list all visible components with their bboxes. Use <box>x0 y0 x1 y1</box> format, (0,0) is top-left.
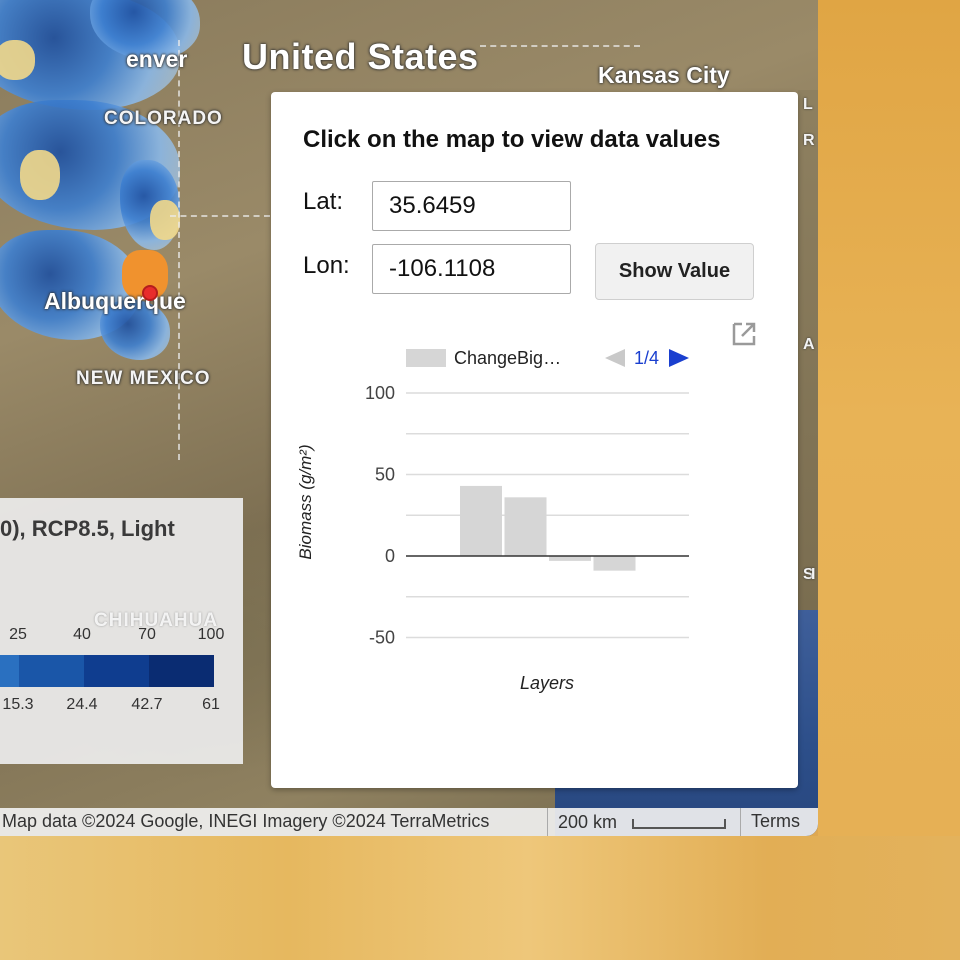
chart-bar <box>593 556 636 571</box>
legend-swatch <box>406 349 446 367</box>
show-value-button[interactable]: Show Value <box>595 243 754 300</box>
legend-tick: 15.3 <box>2 696 34 713</box>
legend-title: 0), RCP8.5, Light <box>0 516 175 541</box>
legend-color-ramp <box>0 655 214 687</box>
desktop-background <box>818 0 960 836</box>
terms-link[interactable]: Terms <box>751 811 800 832</box>
legend-bottom-ticks: 15.3 24.4 42.7 61 <box>0 696 243 716</box>
prev-page-icon[interactable] <box>605 349 625 367</box>
divider <box>740 808 741 836</box>
map-label-fragment: R <box>803 132 815 149</box>
lat-label: Lat: <box>303 188 344 215</box>
chart-bars <box>406 485 689 571</box>
legend-tick: 70 <box>138 626 156 643</box>
lon-label: Lon: <box>303 252 350 279</box>
state-label-colorado: COLORADO <box>104 108 223 129</box>
raster-overlay <box>150 200 180 240</box>
divider <box>547 808 548 836</box>
chart-y-ticks: -50 0 50 100 <box>365 383 395 648</box>
attribution-text: Map data ©2024 Google, INEGI Imagery ©20… <box>2 811 490 831</box>
map-attribution-bar: Map data ©2024 Google, INEGI Imagery ©20… <box>0 808 818 836</box>
bar-chart: -50050100 ChangeBig… 1/4 Biomass (g/m²) … <box>296 348 689 693</box>
desktop-background-bottom <box>0 836 960 960</box>
state-border <box>480 45 640 47</box>
y-axis-label: Biomass (g/m²) <box>296 444 315 559</box>
panel-heading: Click on the map to view data values <box>303 126 721 153</box>
city-label-kansas-city: Kansas City <box>598 62 730 88</box>
chart-bar <box>504 497 547 556</box>
x-axis-label: Layers <box>520 673 574 693</box>
chart-grid <box>406 392 689 639</box>
scale-bar <box>632 819 726 829</box>
y-tick-label: 50 <box>375 465 395 485</box>
legend-top-ticks: 25 40 70 100 <box>0 626 243 646</box>
scale-label: 200 km <box>558 812 618 832</box>
inspector-panel: Click on the map to view data values Lat… <box>271 92 798 788</box>
raster-overlay <box>20 150 60 200</box>
location-pin-icon[interactable] <box>142 285 158 301</box>
state-border <box>170 215 270 217</box>
map-label-fragment: A <box>803 336 815 353</box>
map-label-fragment: L <box>803 96 813 113</box>
y-tick-label: 0 <box>385 546 395 566</box>
map-label-fragment: I <box>811 566 816 583</box>
legend-tick: 100 <box>197 626 225 643</box>
legend-entry: ChangeBig… <box>454 348 561 368</box>
legend-tick: 40 <box>73 626 91 643</box>
y-tick-label: 100 <box>365 383 395 403</box>
country-label: United States <box>242 36 479 77</box>
legend-tick: 42.7 <box>131 696 163 713</box>
city-label-denver: enver <box>126 46 188 72</box>
raster-overlay <box>0 40 35 80</box>
legend-swatch <box>0 655 19 687</box>
lat-input[interactable] <box>372 181 571 231</box>
y-tick-label: -50 <box>369 628 395 648</box>
city-label-albuquerque: Albuquerque <box>44 288 186 314</box>
legend-tick: 24.4 <box>66 696 98 713</box>
legend-tick: 25 <box>9 626 27 643</box>
next-page-icon[interactable] <box>669 349 689 367</box>
legend-swatch <box>149 655 214 687</box>
chart-bar <box>460 485 502 556</box>
legend-swatch <box>19 655 84 687</box>
legend-tick: 61 <box>202 696 220 713</box>
legend-page: 1/4 <box>634 348 659 368</box>
legend-swatch <box>84 655 149 687</box>
state-label-new-mexico: NEW MEXICO <box>76 368 211 389</box>
map-legend: 0), RCP8.5, Light CHIHUAHUA 25 40 70 100… <box>0 498 243 764</box>
state-border <box>178 40 180 460</box>
lon-input[interactable] <box>372 244 571 294</box>
